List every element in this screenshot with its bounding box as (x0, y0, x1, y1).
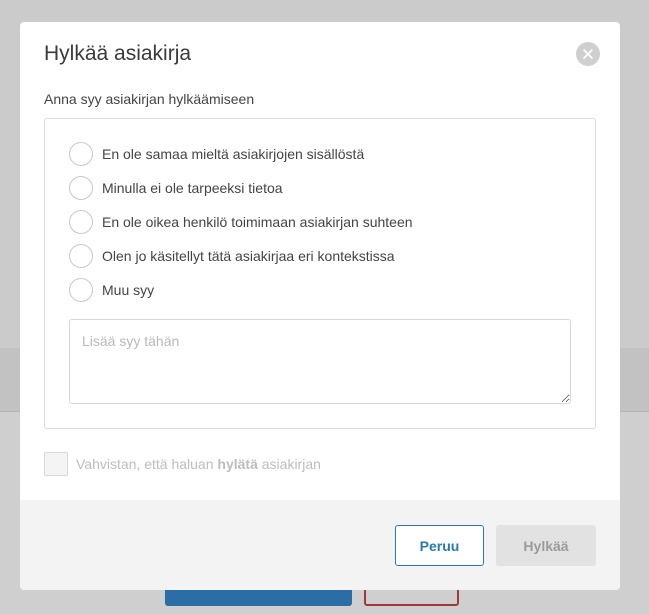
reason-option-other[interactable]: Muu syy (69, 278, 154, 302)
cancel-button[interactable]: Peruu (395, 525, 484, 566)
radio-button[interactable] (69, 142, 93, 166)
radio-button[interactable] (69, 244, 93, 268)
close-button[interactable] (576, 42, 600, 66)
confirm-label-emphasis: hylätä (217, 456, 258, 472)
reason-option-label: En ole oikea henkilö toimimaan asiakirja… (102, 214, 413, 230)
radio-button[interactable] (69, 278, 93, 302)
dialog-footer: Peruu Hylkää (20, 500, 620, 590)
reject-button[interactable]: Hylkää (496, 525, 596, 566)
reason-textarea[interactable] (69, 319, 571, 404)
reason-option-already-handled[interactable]: Olen jo käsitellyt tätä asiakirjaa eri k… (69, 244, 395, 268)
reject-document-dialog: Hylkää asiakirja Anna syy asiakirjan hyl… (20, 22, 620, 590)
confirm-label-prefix: Vahvistan, että haluan (76, 456, 218, 472)
confirm-label: Vahvistan, että haluan hylätä asiakirjan (76, 456, 321, 472)
close-icon (583, 49, 593, 59)
reason-option-not-enough-info[interactable]: Minulla ei ole tarpeeksi tietoa (69, 176, 283, 200)
reason-option-label: En ole samaa mieltä asiakirjojen sisällö… (102, 146, 365, 162)
dialog-title: Hylkää asiakirja (44, 42, 192, 65)
reason-option-wrong-person[interactable]: En ole oikea henkilö toimimaan asiakirja… (69, 210, 413, 234)
reason-option-label: Muu syy (102, 282, 155, 298)
reason-option-label: Minulla ei ole tarpeeksi tietoa (102, 180, 283, 196)
confirm-reject-row[interactable]: Vahvistan, että haluan hylätä asiakirjan (44, 452, 321, 476)
reason-prompt: Anna syy asiakirjan hylkäämiseen (44, 91, 255, 107)
radio-button[interactable] (69, 210, 93, 234)
radio-button[interactable] (69, 176, 93, 200)
reason-option-disagree[interactable]: En ole samaa mieltä asiakirjojen sisällö… (69, 142, 364, 166)
reason-group: En ole samaa mieltä asiakirjojen sisällö… (44, 118, 596, 429)
reason-option-label: Olen jo käsitellyt tätä asiakirjaa eri k… (102, 248, 395, 264)
confirm-checkbox[interactable] (44, 452, 68, 476)
confirm-label-suffix: asiakirjan (257, 456, 321, 472)
